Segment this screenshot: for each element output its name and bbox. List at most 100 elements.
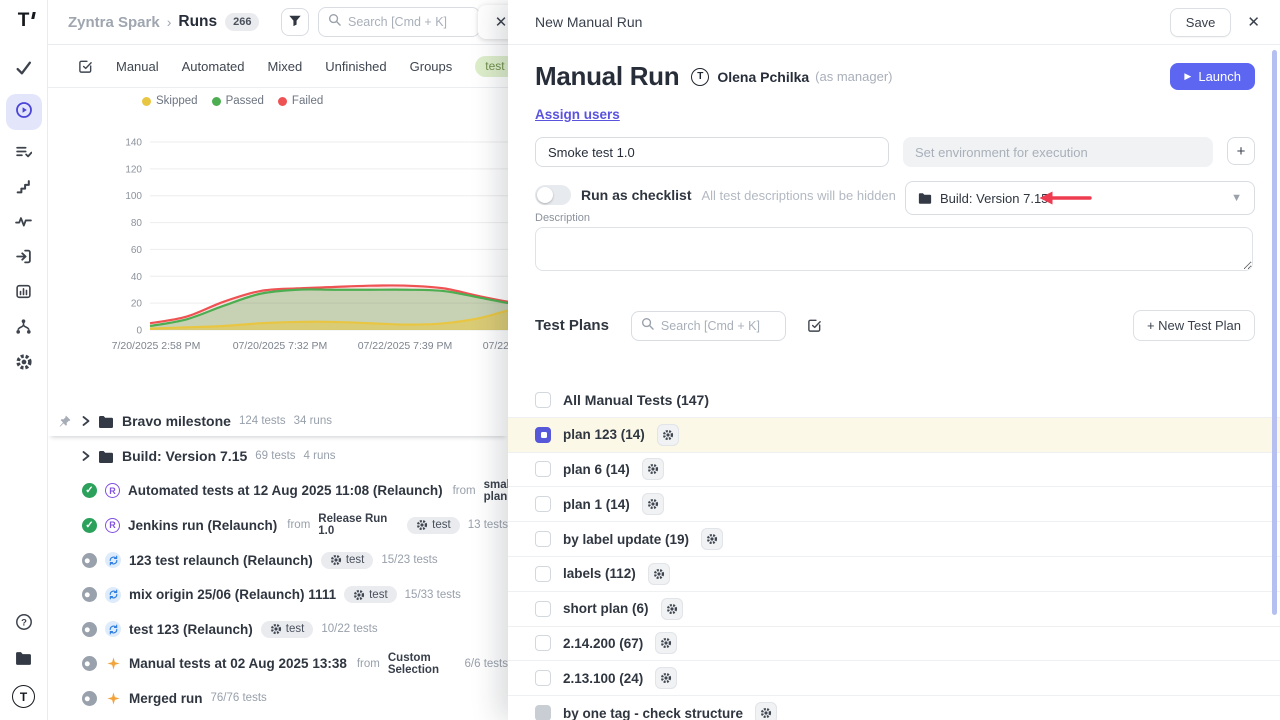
run-row[interactable]: test 123 (Relaunch)test10/22 tests bbox=[48, 612, 508, 647]
tab-groups[interactable]: Groups bbox=[410, 59, 453, 74]
plan-settings-button[interactable] bbox=[755, 702, 777, 720]
run-tag[interactable]: test bbox=[407, 517, 460, 534]
plan-name[interactable]: plan 6 (14) bbox=[563, 462, 630, 477]
test-plan-row[interactable]: plan 123 (14) bbox=[508, 418, 1280, 453]
checklist-label: Run as checklist bbox=[581, 187, 692, 203]
plan-name[interactable]: 2.13.100 (24) bbox=[563, 671, 643, 686]
account-avatar[interactable]: T bbox=[12, 685, 35, 708]
test-plan-row[interactable]: by label update (19) bbox=[508, 522, 1280, 557]
run-stat: 4 runs bbox=[304, 450, 336, 462]
save-button[interactable]: Save bbox=[1170, 8, 1232, 37]
build-select-dropdown[interactable]: Build: Version 7.15 ▼ bbox=[905, 181, 1255, 215]
test-plan-row[interactable]: All Manual Tests (147) bbox=[508, 383, 1280, 418]
run-tag[interactable]: test bbox=[261, 621, 314, 638]
run-row[interactable]: Merged run76/76 tests bbox=[48, 681, 508, 716]
environment-input[interactable] bbox=[903, 137, 1213, 167]
plan-checkbox[interactable] bbox=[535, 531, 551, 547]
chevron-right-icon[interactable] bbox=[82, 451, 90, 461]
plan-name[interactable]: short plan (6) bbox=[563, 601, 649, 616]
tab-manual[interactable]: Manual bbox=[116, 59, 159, 74]
plan-checkbox[interactable] bbox=[535, 566, 551, 582]
plan-settings-button[interactable] bbox=[648, 563, 670, 585]
legend-item-passed[interactable]: Passed bbox=[212, 95, 264, 107]
launch-button[interactable]: ▶Launch bbox=[1170, 63, 1255, 90]
run-row[interactable]: Manual tests at 02 Aug 2025 13:38fromCus… bbox=[48, 647, 508, 682]
tab-mixed[interactable]: Mixed bbox=[268, 59, 303, 74]
plan-checkbox[interactable] bbox=[535, 427, 551, 443]
run-row[interactable]: ✓RJenkins run (Relaunch)fromRelease Run … bbox=[48, 508, 508, 543]
test-plan-row[interactable]: 2.13.100 (24) bbox=[508, 661, 1280, 696]
sidebar-item-pulls[interactable] bbox=[6, 248, 42, 270]
plan-checkbox[interactable] bbox=[535, 670, 551, 686]
run-tag[interactable]: test bbox=[344, 586, 397, 603]
test-plans-search-input[interactable] bbox=[661, 319, 776, 333]
breadcrumb-project[interactable]: Zyntra Spark bbox=[68, 14, 160, 31]
test-plan-row[interactable]: 2.14.200 (67) bbox=[508, 627, 1280, 662]
run-tag[interactable]: test bbox=[321, 552, 374, 569]
sidebar-item-branches[interactable] bbox=[6, 318, 42, 340]
plan-name[interactable]: plan 123 (14) bbox=[563, 427, 645, 442]
app-logo[interactable]: T bbox=[18, 9, 30, 33]
plan-name[interactable]: by label update (19) bbox=[563, 532, 689, 547]
tab-unfinished[interactable]: Unfinished bbox=[325, 59, 386, 74]
plan-settings-button[interactable] bbox=[657, 424, 679, 446]
sidebar-item-milestones[interactable] bbox=[6, 178, 42, 200]
from-plan-name[interactable]: Release Run 1.0 bbox=[318, 513, 399, 537]
plan-checkbox[interactable] bbox=[535, 496, 551, 512]
plan-name[interactable]: 2.14.200 (67) bbox=[563, 636, 643, 651]
run-as-checklist-toggle[interactable] bbox=[535, 185, 571, 205]
run-row[interactable]: ✓RAutomated tests at 12 Aug 2025 11:08 (… bbox=[48, 474, 508, 509]
description-textarea[interactable] bbox=[535, 227, 1253, 271]
test-plan-row[interactable]: plan 6 (14) bbox=[508, 453, 1280, 488]
plan-settings-button[interactable] bbox=[661, 598, 683, 620]
legend-item-skipped[interactable]: Skipped bbox=[142, 95, 198, 107]
sidebar-item-plans[interactable] bbox=[6, 143, 42, 165]
plan-name[interactable]: plan 1 (14) bbox=[563, 497, 630, 512]
test-plan-row[interactable]: short plan (6) bbox=[508, 592, 1280, 627]
modal-scrollbar[interactable] bbox=[1272, 50, 1277, 615]
run-row[interactable]: mix origin 25/06 (Relaunch) 1111test15/3… bbox=[48, 577, 508, 612]
sidebar-item-reports[interactable] bbox=[6, 283, 42, 305]
add-environment-button[interactable]: + bbox=[1227, 137, 1255, 165]
bulk-select-icon[interactable] bbox=[807, 318, 822, 333]
test-plan-row[interactable]: labels (112) bbox=[508, 557, 1280, 592]
run-group-row[interactable]: Bravo milestone124 tests34 runs bbox=[48, 406, 508, 436]
filter-button[interactable] bbox=[281, 8, 309, 36]
plan-settings-button[interactable] bbox=[642, 493, 664, 515]
tab-automated[interactable]: Automated bbox=[182, 59, 245, 74]
run-row[interactable]: 123 test relaunch (Relaunch)test15/23 te… bbox=[48, 543, 508, 578]
from-plan-name[interactable]: Custom Selection bbox=[388, 652, 457, 676]
sidebar-item-tests[interactable] bbox=[6, 59, 42, 81]
plan-name[interactable]: labels (112) bbox=[563, 566, 636, 581]
run-group-row[interactable]: Build: Version 7.1569 tests4 runs bbox=[48, 439, 508, 474]
close-icon[interactable]: ✕ bbox=[1247, 13, 1260, 31]
new-test-plan-button[interactable]: + New Test Plan bbox=[1133, 310, 1255, 341]
sidebar-item-settings[interactable] bbox=[6, 353, 42, 375]
sidebar-item-projects[interactable] bbox=[6, 649, 42, 671]
plan-checkbox[interactable] bbox=[535, 635, 551, 651]
plan-settings-button[interactable] bbox=[642, 458, 664, 480]
sidebar-item-runs[interactable] bbox=[6, 94, 42, 130]
plan-checkbox[interactable] bbox=[535, 461, 551, 477]
test-plans-search[interactable] bbox=[631, 311, 786, 341]
runs-search[interactable] bbox=[318, 7, 480, 37]
test-plan-row[interactable]: plan 1 (14) bbox=[508, 487, 1280, 522]
plan-checkbox[interactable] bbox=[535, 601, 551, 617]
plan-name[interactable]: All Manual Tests (147) bbox=[563, 392, 709, 408]
plan-checkbox[interactable] bbox=[535, 705, 551, 720]
runs-search-input[interactable] bbox=[348, 15, 470, 29]
bulk-select-icon[interactable] bbox=[78, 59, 93, 74]
chevron-right-icon[interactable] bbox=[82, 416, 90, 426]
plan-checkbox[interactable] bbox=[535, 392, 551, 408]
sidebar-item-help[interactable]: ? bbox=[6, 613, 42, 635]
plan-settings-button[interactable] bbox=[655, 667, 677, 689]
plan-name[interactable]: by one tag - check structure bbox=[563, 706, 743, 720]
sidebar-item-analytics[interactable] bbox=[6, 213, 42, 235]
assign-users-link[interactable]: Assign users bbox=[535, 107, 620, 122]
test-plan-row[interactable]: by one tag - check structure bbox=[508, 696, 1280, 720]
owner-avatar[interactable]: T bbox=[691, 68, 709, 86]
plan-settings-button[interactable] bbox=[655, 632, 677, 654]
legend-item-failed[interactable]: Failed bbox=[278, 95, 323, 107]
plan-settings-button[interactable] bbox=[701, 528, 723, 550]
run-name-input[interactable] bbox=[535, 137, 889, 167]
